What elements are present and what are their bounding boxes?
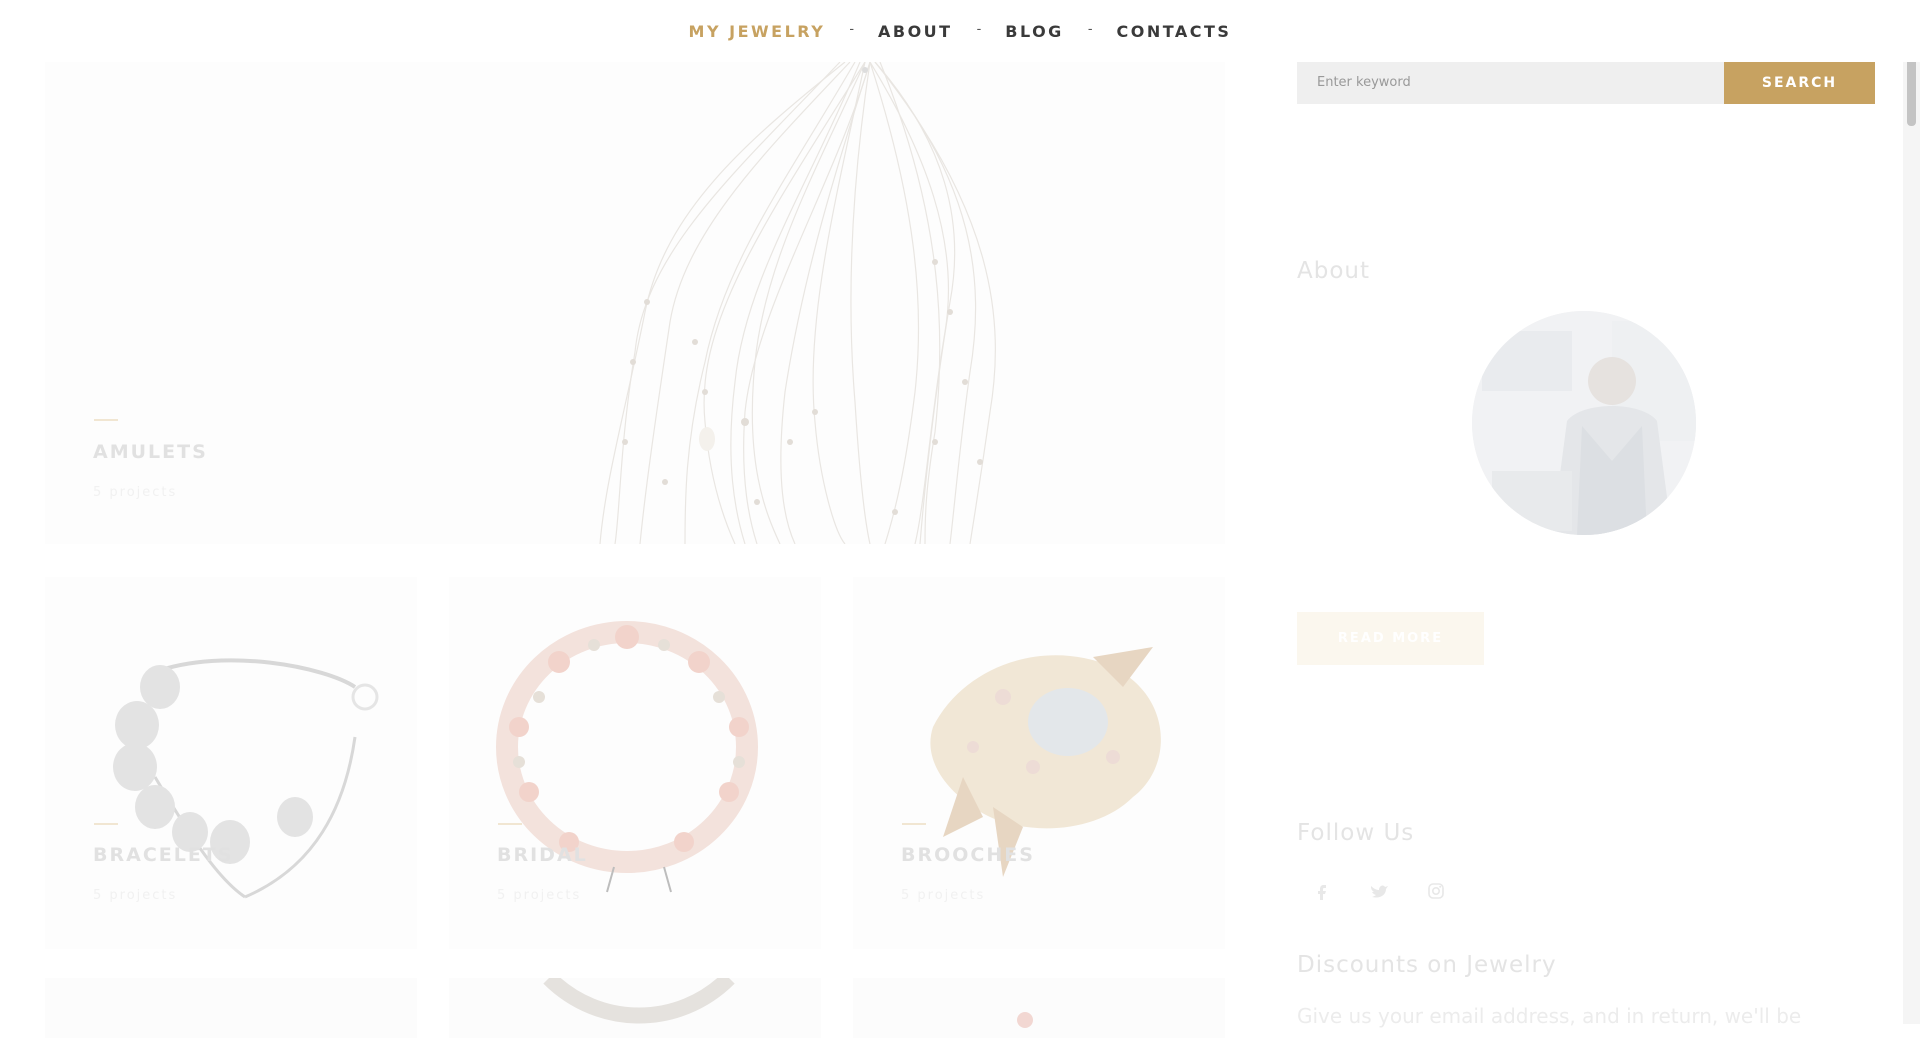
necklace-image [599,62,996,544]
nav-blog[interactable]: BLOG [1005,22,1064,41]
category-count: 5 projects [93,485,178,500]
top-navigation: MY JEWELRY - ABOUT - BLOG - CONTACTS [0,0,1920,62]
category-tile-amulets[interactable]: AMULETS 5 projects [45,62,1225,544]
nav-separator: - [849,20,854,36]
category-count: 5 projects [93,888,178,903]
nav-separator: - [976,20,982,36]
category-accent-line [498,823,522,825]
category-accent-line [902,823,926,825]
category-tile-partial[interactable] [449,978,821,1038]
category-tile-partial[interactable] [853,978,1225,1038]
about-heading: About [1297,258,1371,284]
avatar [1472,311,1696,535]
nav-about[interactable]: ABOUT [878,22,953,41]
follow-heading: Follow Us [1297,820,1415,846]
instagram-icon[interactable] [1425,880,1447,902]
read-more-button[interactable]: READ MORE [1297,612,1484,665]
category-title[interactable]: BRACELETS [93,844,233,866]
search-button[interactable]: SEARCH [1724,61,1875,104]
necklace-partial-image [543,978,735,1024]
search-form: SEARCH [1297,61,1875,104]
discounts-heading: Discounts on Jewelry [1297,952,1557,978]
category-tile-partial[interactable] [45,978,417,1038]
category-tile-bracelets[interactable]: BRACELETS 5 projects [45,577,417,949]
facebook-icon[interactable] [1311,880,1333,902]
category-tile-brooches[interactable]: BROOCHES 5 projects [853,577,1225,949]
category-title[interactable]: BRIDAL [497,844,588,866]
nav-my-jewelry[interactable]: MY JEWELRY [689,22,826,41]
twitter-icon[interactable] [1368,880,1390,902]
nav-contacts[interactable]: CONTACTS [1116,22,1231,41]
discounts-text: Give us your email address, and in retur… [1297,1004,1802,1028]
category-accent-line [94,823,118,825]
category-tile-bridal[interactable]: BRIDAL 5 projects [449,577,821,949]
search-input[interactable] [1297,61,1724,104]
category-title[interactable]: BROOCHES [901,844,1035,866]
category-accent-line [94,419,118,421]
ring-partial-image [1017,1012,1033,1028]
jeweler-photo [1472,311,1696,535]
category-count: 5 projects [901,888,986,903]
page-scrollbar[interactable] [1903,0,1920,1024]
category-title[interactable]: AMULETS [93,441,208,463]
nav-separator: - [1087,20,1093,36]
category-count: 5 projects [497,888,582,903]
